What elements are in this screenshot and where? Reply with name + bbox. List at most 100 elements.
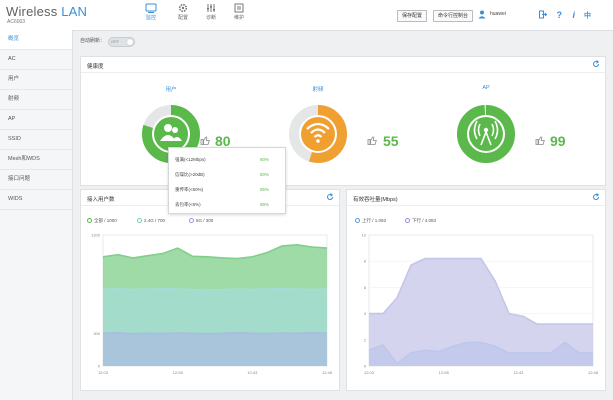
legend-5g-label: 5G / 300 — [196, 218, 214, 223]
legend-2g[interactable]: 2.4G / 700 — [137, 218, 166, 224]
sidebar-item-overview[interactable]: 概览 — [0, 30, 72, 50]
y-tick-label: 1200 — [91, 233, 101, 238]
refresh-icon[interactable] — [592, 193, 600, 201]
model-name: AC6003 — [7, 19, 26, 25]
info-icon[interactable]: i — [570, 10, 578, 19]
legend-upload[interactable]: 上行 / 1.093 — [355, 218, 386, 224]
y-tick-label: 10 — [362, 233, 367, 238]
nav-maintain-label: 维护 — [233, 15, 244, 21]
toggle-state: OFF — [111, 39, 119, 44]
sidebar: 概览 AC 用户 射频 AP SSID Mesh和WDS 接口问题 WIDS — [0, 30, 73, 400]
nav-diagnose-label: 诊断 — [205, 15, 216, 21]
wrench-icon — [234, 3, 244, 13]
series-area-1 — [369, 258, 593, 366]
popup-row-pct: 85% — [259, 187, 269, 192]
legend-all-label: 全部 / 1000 — [94, 218, 117, 223]
popup-row-label: 信噪比(>20dB) — [175, 172, 205, 177]
legend-2g-label: 2.4G / 700 — [144, 218, 166, 223]
refresh-icon[interactable] — [326, 193, 334, 201]
logout-icon[interactable] — [539, 10, 547, 19]
health-detail-popup: 强满(<12Mbps) 80% 信噪比(>20dB) 80% 重传率(<50%) 85… — [168, 147, 286, 214]
top-header: Wireless LAN AC6003 监控 配置 诊断 维护 保存配置 命令行… — [0, 0, 613, 31]
popup-row-label: 丢包率(<5%) — [175, 202, 201, 207]
gear-icon — [178, 3, 188, 13]
monitor-icon — [145, 3, 157, 13]
users-panel: 接入用户数 全部 / 1000 2.4G / 700 5G / 300 1200… — [80, 189, 340, 391]
gauge-center — [301, 117, 335, 151]
sidebar-item-mesh-wds[interactable]: Mesh和WDS — [0, 150, 72, 170]
popup-row-pct: 88% — [259, 202, 269, 207]
legend-download[interactable]: 下行 / 4.083 — [405, 218, 436, 224]
x-tick-label: 12:43 — [247, 370, 258, 375]
popup-row-label: 强满(<12Mbps) — [175, 157, 206, 162]
sidebar-item-interface-issues[interactable]: 接口问题 — [0, 170, 72, 190]
legend-download-label: 下行 / 4.083 — [412, 218, 437, 223]
toggle-knob — [127, 39, 133, 45]
popup-row: 重传率(<50%) 85% — [175, 187, 281, 193]
svg-text:i: i — [573, 10, 576, 19]
y-tick-label: 6 — [364, 285, 367, 290]
y-tick-label: 0 — [364, 364, 367, 369]
sliders-icon — [207, 4, 215, 12]
popup-row-pct: 80% — [259, 157, 269, 162]
brand-wireless: Wireless — [6, 4, 58, 19]
svg-text:?: ? — [557, 10, 563, 19]
sidebar-item-ap[interactable]: AP — [0, 110, 72, 130]
username-label: huawei — [490, 11, 506, 17]
sidebar-item-radio[interactable]: 射频 — [0, 90, 72, 110]
x-tick-label: 12:48 — [588, 370, 599, 375]
svg-text:中: 中 — [584, 11, 591, 20]
traffic-panel-title: 有效吞吐量(Mbps) — [353, 197, 398, 203]
gauge-ap-score: 99 — [550, 133, 566, 149]
legend-all[interactable]: 全部 / 1000 — [87, 218, 117, 224]
users-chart: 1200 300 012:03 12:08 12:43 12:48 — [91, 233, 333, 376]
sidebar-item-ac[interactable]: AC — [0, 50, 72, 70]
popup-row: 强满(<12Mbps) 80% — [175, 157, 281, 163]
language-icon[interactable]: 中 — [584, 10, 598, 20]
save-config-button[interactable]: 保存配置 — [397, 10, 428, 22]
sidebar-item-users[interactable]: 用户 — [0, 70, 72, 90]
brand-lan: LAN — [61, 4, 88, 19]
x-tick-label: 12:03 — [364, 370, 375, 375]
nav-monitor-label: 监控 — [145, 15, 156, 21]
popup-row-label: 重传率(<50%) — [175, 187, 204, 192]
y-tick-label: 8 — [364, 259, 367, 264]
legend-marker — [137, 218, 142, 224]
x-tick-label: 12:08 — [439, 370, 450, 375]
sidebar-item-ssid[interactable]: SSID — [0, 130, 72, 150]
thumbs-up-icon — [535, 136, 545, 145]
nav-config-label: 配置 — [177, 15, 188, 21]
x-tick-label: 12:08 — [173, 370, 184, 375]
auto-refresh-label: 自动刷新： — [80, 38, 106, 44]
thumbs-up-icon — [367, 136, 377, 145]
legend-5g[interactable]: 5G / 300 — [189, 218, 214, 224]
x-tick-label: 12:48 — [322, 370, 333, 375]
brand-logo: Wireless LAN — [6, 4, 87, 19]
cli-console-button[interactable]: 命令行控制台 — [433, 10, 474, 22]
user-icon — [478, 10, 486, 19]
legend-marker — [189, 218, 194, 224]
popup-row: 丢包率(<5%) 88% — [175, 202, 281, 208]
nav-monitor[interactable]: 监控 — [136, 3, 166, 21]
nav-maintain[interactable]: 维护 — [224, 3, 254, 21]
health-panel: 健康度 用户 射频 AP 80 55 99 — [80, 56, 606, 186]
x-tick-label: 12:03 — [98, 370, 109, 375]
legend-upload-label: 上行 / 1.093 — [362, 218, 387, 223]
traffic-panel: 有效吞吐量(Mbps) 上行 / 1.093 下行 / 4.083 10 8 6 4 2… — [346, 189, 606, 391]
users-panel-title: 接入用户数 — [87, 197, 115, 203]
series-area-2 — [103, 332, 327, 366]
nav-config[interactable]: 配置 — [168, 3, 198, 21]
legend-marker — [87, 218, 92, 224]
x-tick-label: 12:43 — [513, 370, 524, 375]
y-tick-label: 4 — [364, 311, 367, 316]
panel-divider — [347, 205, 605, 206]
popup-row: 信噪比(>20dB) 80% — [175, 172, 281, 178]
nav-diagnose[interactable]: 诊断 — [196, 3, 226, 21]
auto-refresh-toggle[interactable]: OFF — [108, 37, 135, 47]
help-icon[interactable]: ? — [555, 10, 563, 19]
sidebar-item-wids[interactable]: WIDS — [0, 190, 72, 210]
gauge-radio-score: 55 — [383, 133, 399, 149]
popup-row-pct: 80% — [259, 172, 269, 177]
y-tick-label: 0 — [98, 364, 101, 369]
legend-marker — [405, 218, 410, 224]
